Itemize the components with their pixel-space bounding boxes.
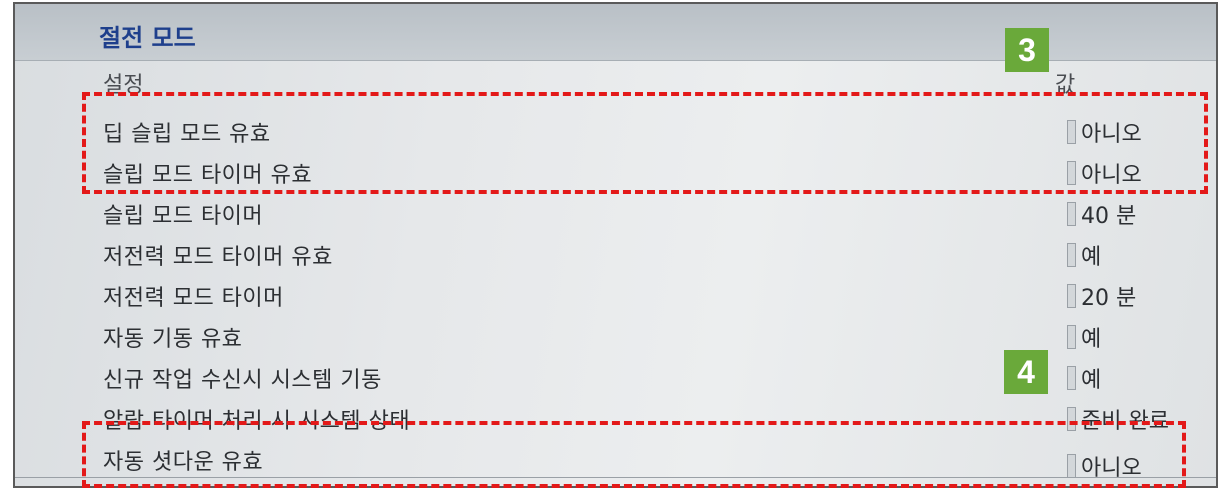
setting-value-auto-wake[interactable]: 예 bbox=[1067, 321, 1101, 353]
setting-value-sleep-timer[interactable]: 40 분 bbox=[1067, 198, 1136, 230]
setting-value-low-power-timer[interactable]: 20 분 bbox=[1067, 280, 1136, 312]
step-badge-3: 3 bbox=[1005, 28, 1049, 72]
value-text: 40 분 bbox=[1081, 204, 1137, 229]
value-text: 예 bbox=[1081, 368, 1102, 393]
setting-value-low-power-timer-enabled[interactable]: 예 bbox=[1067, 239, 1101, 271]
value-marker-icon bbox=[1067, 243, 1076, 267]
value-marker-icon bbox=[1067, 202, 1076, 226]
settings-screen: 절전 모드 설정 값 딥 슬립 모드 유효 아니오 슬립 모드 타이머 유효 아… bbox=[13, 2, 1218, 488]
setting-label-low-power-timer[interactable]: 저전력 모드 타이머 bbox=[103, 280, 284, 312]
callout-box-4 bbox=[82, 421, 1186, 488]
value-marker-icon bbox=[1067, 366, 1076, 390]
value-text: 20 분 bbox=[1081, 286, 1137, 311]
value-text: 예 bbox=[1081, 327, 1102, 352]
setting-label-auto-wake[interactable]: 자동 기동 유효 bbox=[103, 321, 242, 353]
page-title: 절전 모드 bbox=[99, 24, 196, 52]
value-marker-icon bbox=[1067, 284, 1076, 308]
setting-label-sleep-timer[interactable]: 슬립 모드 타이머 bbox=[103, 198, 263, 230]
callout-box-3 bbox=[82, 92, 1208, 194]
value-text: 예 bbox=[1081, 245, 1102, 270]
step-badge-4: 4 bbox=[1004, 350, 1048, 394]
setting-label-low-power-timer-enabled[interactable]: 저전력 모드 타이머 유효 bbox=[103, 239, 333, 271]
value-marker-icon bbox=[1067, 325, 1076, 349]
setting-label-wake-on-job[interactable]: 신규 작업 수신시 시스템 기동 bbox=[103, 362, 382, 394]
setting-value-wake-on-job[interactable]: 예 bbox=[1067, 362, 1101, 394]
